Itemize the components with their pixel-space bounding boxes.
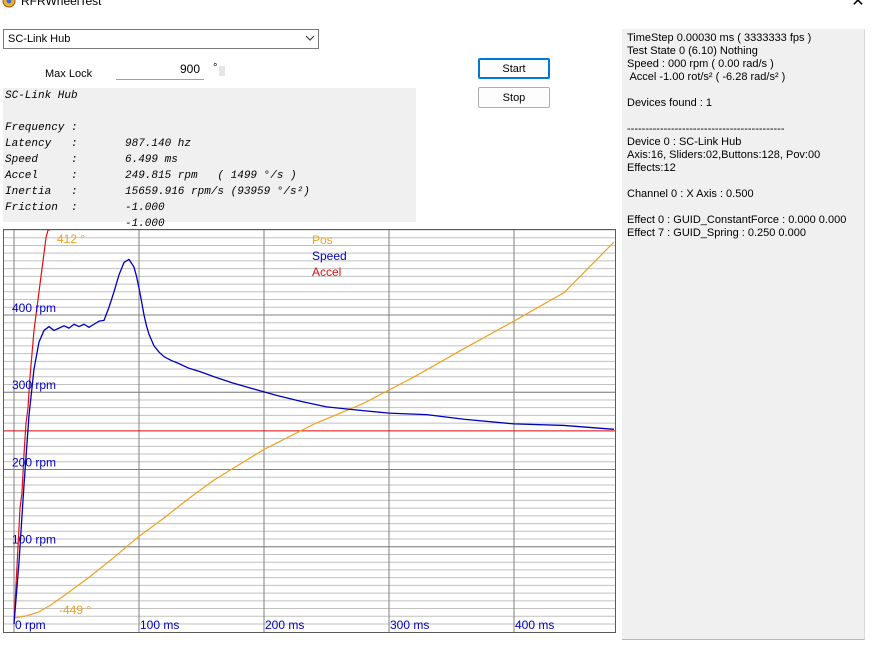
readout-row-frequency: Frequency : 987.140 hz: [5, 104, 191, 150]
readout-value: 249.815 rpm ( 1499 °/s ): [125, 170, 297, 182]
window-title: RFRWheelTest: [21, 0, 102, 8]
x-tick-label: 100 ms: [140, 618, 179, 632]
wheel-graph: 100 rpm 200 rpm 300 rpm 400 rpm 0 rpm 100 ms 2…: [3, 229, 616, 633]
y-tick-label: 400 rpm: [12, 301, 56, 315]
info-line: Effect 0 : GUID_ConstantForce : 0.000 0.…: [627, 214, 847, 226]
close-icon[interactable]: ✕: [846, 0, 870, 12]
max-lock-input[interactable]: [116, 58, 204, 80]
pos-top-label: 412 °: [57, 232, 85, 246]
readout-value: 987.140 hz: [125, 138, 192, 150]
wheel-chart-svg: 100 rpm 200 rpm 300 rpm 400 rpm 0 rpm 100 ms 2…: [4, 230, 615, 632]
title-bar: RFRWheelTest ✕: [0, 0, 876, 18]
x-tick-label: 200 ms: [265, 618, 304, 632]
readout-value: -1.000: [125, 202, 165, 214]
chevron-down-icon[interactable]: [305, 33, 315, 43]
pos-bottom-label: -449 °: [59, 603, 91, 617]
device-select-value: SC-Link Hub: [8, 33, 71, 45]
info-line: Accel -1.00 rot/s² ( -6.28 rad/s² ): [627, 71, 786, 83]
readout-row-speed: Speed : 249.815 rpm ( 1499 °/s ): [5, 136, 297, 182]
info-line: ----------------------------------------…: [627, 123, 785, 135]
info-line: TimeStep 0.00030 ms ( 3333333 fps ): [627, 32, 812, 44]
stop-button[interactable]: Stop: [478, 87, 550, 108]
x-tick-label: 300 ms: [390, 618, 429, 632]
max-lock-unit: °: [213, 62, 218, 74]
info-line: Channel 0 : X Axis : 0.500: [627, 188, 754, 200]
info-line: Axis:16, Sliders:02,Buttons:128, Pov:00: [627, 149, 821, 161]
device-select[interactable]: SC-Link Hub: [3, 29, 319, 49]
pos-line: [13, 241, 615, 619]
info-panel: TimeStep 0.00030 ms ( 3333333 fps ) Test…: [622, 29, 865, 640]
speed-line: [13, 258, 615, 625]
legend-entry: Accel: [312, 265, 341, 279]
max-lock-spinner[interactable]: [219, 66, 225, 76]
info-line: Devices found : 1: [627, 97, 712, 109]
y-tick-label: 300 rpm: [12, 378, 56, 392]
y-tick-label: 200 rpm: [12, 455, 56, 469]
max-lock-label: Max Lock: [45, 68, 93, 80]
app-icon: [2, 0, 16, 8]
x-tick-label: 0 rpm: [15, 618, 46, 632]
device-readout: SC-Link Hub Frequency : 987.140 hz Laten…: [3, 88, 416, 230]
readout-key: Friction :: [5, 202, 78, 214]
info-line: Test State 0 (6.10) Nothing: [627, 45, 758, 57]
info-line: Effect 7 : GUID_Spring : 0.250 0.000: [627, 227, 806, 239]
info-line: Effects:12: [627, 162, 676, 174]
readout-header: SC-Link Hub: [5, 90, 78, 102]
readout-value: 6.499 ms: [125, 154, 178, 166]
info-line: Device 0 : SC-Link Hub: [627, 136, 742, 148]
legend-entry: Pos: [312, 233, 333, 247]
readout-value: 15659.916 rpm/s (93959 °/s²): [125, 186, 310, 198]
start-button[interactable]: Start: [478, 58, 550, 79]
y-tick-label: 100 rpm: [12, 533, 56, 547]
legend-entry: Speed: [312, 249, 347, 263]
readout-row-latency: Latency : 6.499 ms: [5, 120, 178, 166]
x-tick-label: 400 ms: [515, 618, 554, 632]
info-line: Speed : 000 rpm ( 0.00 rad/s ): [627, 58, 774, 70]
readout-row-inertia: Inertia : -1.000: [5, 168, 165, 214]
readout-row-accel: Accel : 15659.916 rpm/s (93959 °/s²): [5, 152, 310, 198]
readout-row-friction: Friction : -1.000: [5, 184, 165, 230]
